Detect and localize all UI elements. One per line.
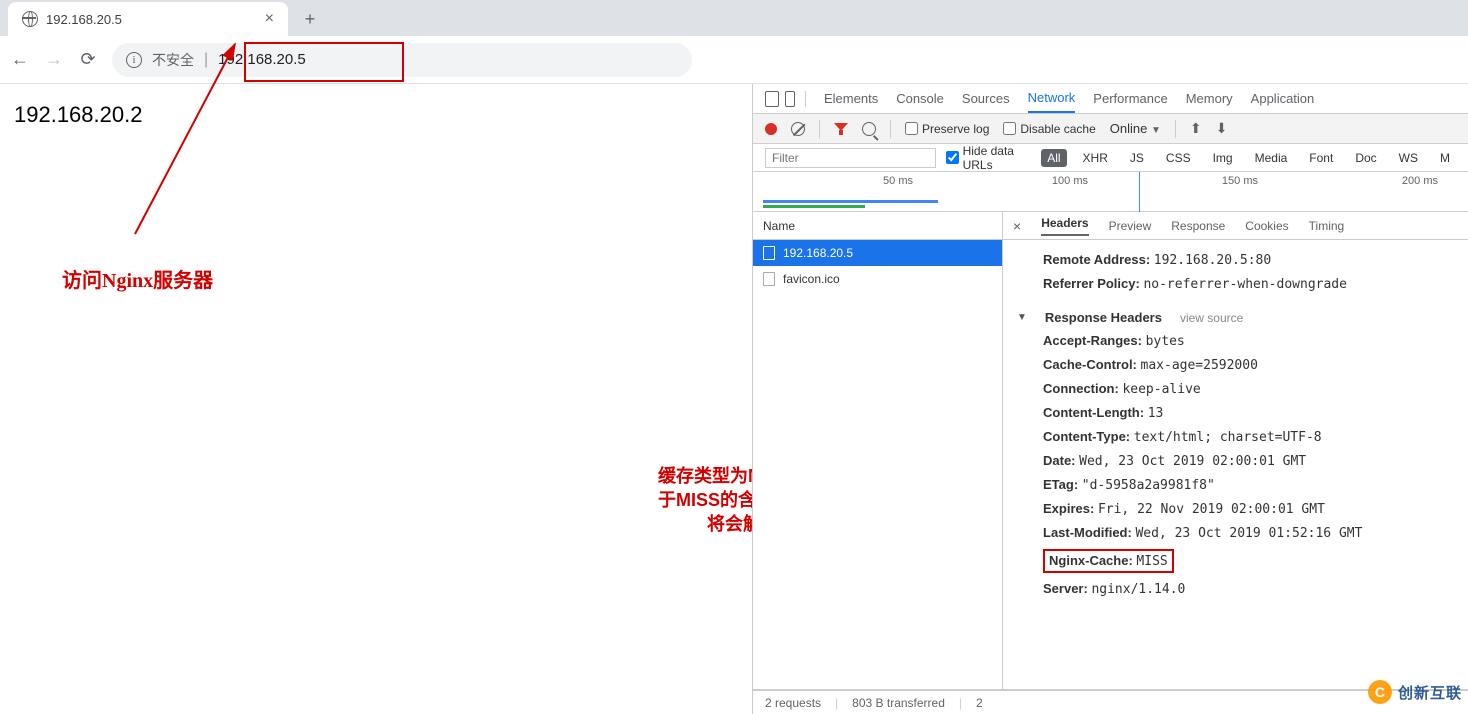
dtab-response[interactable]: Response — [1171, 219, 1225, 233]
download-icon[interactable]: ⬇ — [1216, 120, 1228, 137]
request-row[interactable]: favicon.ico — [753, 266, 1002, 292]
filter-css[interactable]: CSS — [1160, 149, 1197, 167]
new-tab-button[interactable]: + — [296, 5, 324, 33]
tab-elements[interactable]: Elements — [824, 85, 878, 112]
search-icon[interactable] — [862, 122, 876, 136]
tab-network[interactable]: Network — [1028, 84, 1076, 113]
page-body: 192.168.20.2 — [0, 84, 752, 714]
network-main: Name 192.168.20.5 favicon.ico × Headers … — [753, 212, 1468, 690]
file-icon — [763, 246, 775, 260]
browser-toolbar: ← → ⟳ i 不安全 | 192.168.20.5 — [0, 36, 1468, 84]
online-dropdown[interactable]: Online ▼ — [1110, 121, 1161, 136]
annotation-access-nginx: 访问Nginx服务器 — [62, 264, 213, 293]
status-transferred: 803 B transferred — [852, 696, 945, 710]
tab-strip: 192.168.20.5 × + — [0, 0, 1468, 36]
devtools-panel: Elements Console Sources Network Perform… — [752, 84, 1468, 714]
annotation-url-box — [244, 42, 404, 82]
request-row-selected[interactable]: 192.168.20.5 — [753, 240, 1002, 266]
request-detail: × Headers Preview Response Cookies Timin… — [1003, 212, 1468, 689]
forward-button[interactable]: → — [44, 49, 64, 70]
dtab-timing[interactable]: Timing — [1309, 219, 1345, 233]
filter-all[interactable]: All — [1041, 149, 1066, 167]
filter-js[interactable]: JS — [1124, 149, 1150, 167]
triangle-icon: ▼ — [1017, 312, 1027, 323]
dtab-headers[interactable]: Headers — [1041, 216, 1088, 236]
column-name[interactable]: Name — [753, 212, 1002, 240]
view-source-link[interactable]: view source — [1180, 311, 1243, 325]
watermark-text: 创新互联 — [1398, 682, 1462, 703]
filter-xhr[interactable]: XHR — [1077, 149, 1114, 167]
tab-console[interactable]: Console — [896, 85, 944, 112]
content-area: 192.168.20.2 访问Nginx服务器 缓存类型为MISS，关 于MIS… — [0, 84, 1468, 714]
filter-doc[interactable]: Doc — [1349, 149, 1382, 167]
filter-media[interactable]: Media — [1249, 149, 1294, 167]
network-status-bar: 2 requests| 803 B transferred| 2 — [753, 690, 1468, 714]
back-button[interactable]: ← — [10, 49, 30, 70]
separator: | — [204, 51, 208, 69]
tab-sources[interactable]: Sources — [962, 85, 1010, 112]
response-headers-section[interactable]: ▼Response Headersview source — [1017, 306, 1454, 329]
page-text: 192.168.20.2 — [14, 102, 738, 128]
watermark-icon: C — [1368, 680, 1392, 704]
request-list: Name 192.168.20.5 favicon.ico — [753, 212, 1003, 689]
upload-icon[interactable]: ⬆ — [1190, 120, 1202, 137]
record-button[interactable] — [765, 123, 777, 135]
network-filter-bar: Hide data URLs All XHR JS CSS Img Media … — [753, 144, 1468, 172]
preserve-log-checkbox[interactable]: Preserve log — [905, 122, 989, 136]
filter-font[interactable]: Font — [1303, 149, 1339, 167]
tab-title: 192.168.20.5 — [46, 12, 257, 27]
filter-more[interactable]: M — [1434, 149, 1456, 167]
tab-application[interactable]: Application — [1251, 85, 1315, 112]
filter-img[interactable]: Img — [1207, 149, 1239, 167]
filter-input[interactable] — [765, 148, 936, 168]
security-warning: 不安全 — [152, 50, 194, 70]
tab-memory[interactable]: Memory — [1186, 85, 1233, 112]
dtab-cookies[interactable]: Cookies — [1245, 219, 1288, 233]
watermark: C 创新互联 — [1368, 680, 1462, 704]
reload-button[interactable]: ⟳ — [78, 49, 98, 70]
close-detail-icon[interactable]: × — [1013, 218, 1021, 234]
network-toolbar: Preserve log Disable cache Online ▼ ⬆ ⬇ — [753, 114, 1468, 144]
file-icon — [763, 272, 775, 286]
disable-cache-checkbox[interactable]: Disable cache — [1003, 122, 1095, 136]
filter-icon[interactable] — [834, 123, 848, 135]
browser-tab[interactable]: 192.168.20.5 × — [8, 2, 288, 36]
nginx-cache-highlight: Nginx-Cache: MISS — [1043, 549, 1174, 573]
globe-icon — [22, 11, 38, 27]
info-icon[interactable]: i — [126, 52, 142, 68]
tab-performance[interactable]: Performance — [1093, 85, 1167, 112]
filter-ws[interactable]: WS — [1393, 149, 1424, 167]
network-timeline[interactable]: 50 ms 100 ms 150 ms 200 ms — [753, 172, 1468, 212]
devtools-tabs: Elements Console Sources Network Perform… — [753, 84, 1468, 114]
detail-tabs: × Headers Preview Response Cookies Timin… — [1003, 212, 1468, 240]
device-toggle[interactable] — [765, 91, 806, 107]
status-requests: 2 requests — [765, 696, 821, 710]
close-icon[interactable]: × — [265, 10, 274, 28]
headers-panel[interactable]: Remote Address: 192.168.20.5:80 Referrer… — [1003, 240, 1468, 689]
clear-button[interactable] — [791, 122, 805, 136]
hide-data-urls-checkbox[interactable]: Hide data URLs — [946, 144, 1032, 172]
status-more: 2 — [976, 696, 983, 710]
dtab-preview[interactable]: Preview — [1109, 219, 1152, 233]
